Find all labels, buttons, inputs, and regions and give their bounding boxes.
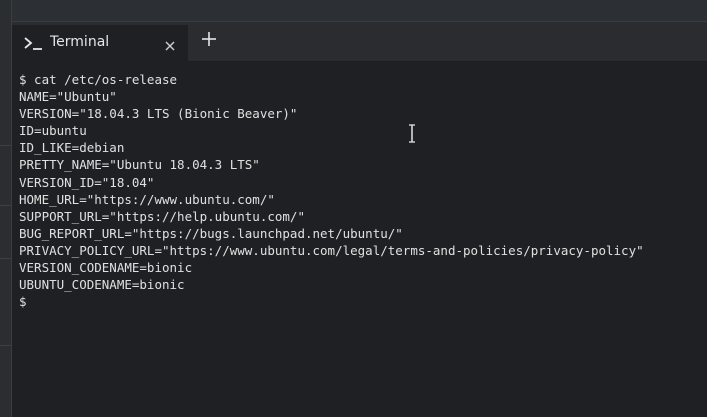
text-cursor-icon: [408, 124, 416, 143]
window-top-bar: [12, 0, 707, 22]
terminal-output[interactable]: $ cat /etc/os-release NAME="Ubuntu" VERSIO…: [12, 62, 707, 417]
terminal-line: VERSION_CODENAME=bionic: [19, 260, 193, 276]
terminal-line: UBUNTU_CODENAME=bionic: [19, 277, 185, 293]
terminal-line: ID_LIKE=debian: [19, 140, 125, 156]
terminal-line: BUG_REPORT_URL="https://bugs.launchpad.n…: [19, 225, 403, 241]
terminal-line: $: [19, 294, 27, 310]
terminal-lines: $ cat /etc/os-release NAME="Ubuntu" VERSIO…: [19, 71, 644, 310]
panel-divider: [0, 205, 11, 206]
tab-terminal[interactable]: Terminal: [12, 25, 188, 62]
tab-label: Terminal: [50, 34, 110, 50]
terminal-line: HOME_URL="https://www.ubuntu.com/": [19, 191, 275, 207]
terminal-prompt-icon: [23, 35, 43, 51]
panel-divider: [0, 145, 11, 146]
plus-icon[interactable]: [201, 31, 217, 47]
close-icon[interactable]: [164, 37, 176, 51]
tab-strip: Terminal: [12, 22, 707, 62]
terminal-line: NAME="Ubuntu": [19, 89, 117, 105]
panel-divider: [0, 345, 11, 346]
terminal-line: PRETTY_NAME="Ubuntu 18.04.3 LTS": [19, 157, 260, 173]
terminal-line: SUPPORT_URL="https://help.ubuntu.com/": [19, 208, 305, 224]
left-panel-edge: [0, 0, 12, 417]
terminal-line: VERSION_ID="18.04": [19, 174, 155, 190]
panel-divider: [0, 258, 11, 259]
terminal-line: ID=ubuntu: [19, 123, 87, 139]
terminal-line: VERSION="18.04.3 LTS (Bionic Beaver)": [19, 106, 298, 122]
terminal-line: PRIVACY_POLICY_URL="https://www.ubuntu.c…: [19, 242, 644, 258]
terminal-line: $ cat /etc/os-release: [19, 72, 178, 87]
